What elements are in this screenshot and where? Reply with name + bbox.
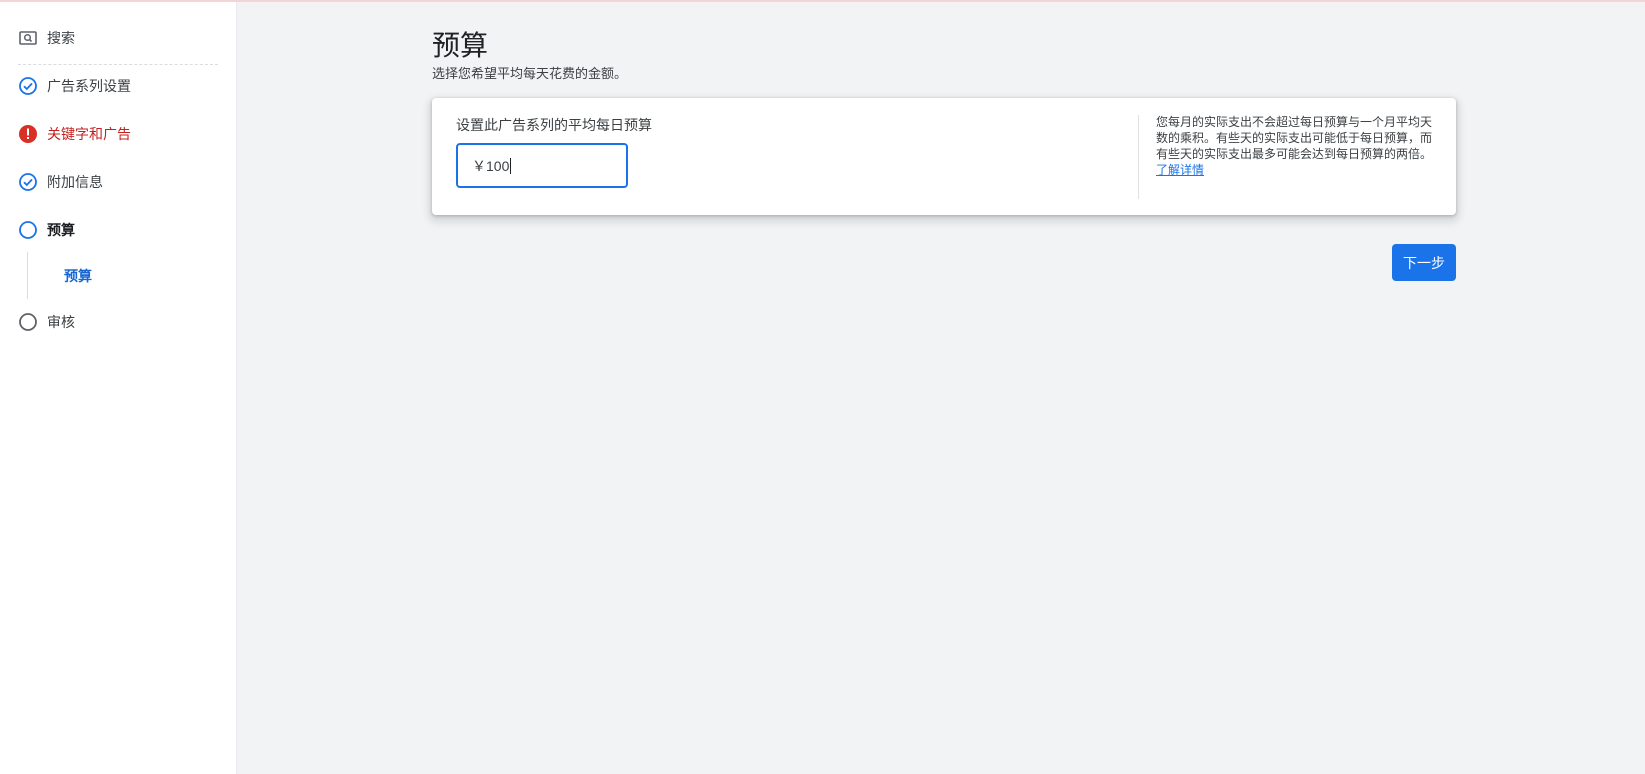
budget-help-text: 您每月的实际支出不会超过每日预算与一个月平均天数的乘积。有些天的实际支出可能低于…	[1156, 114, 1436, 178]
help-text-body: 您每月的实际支出不会超过每日预算与一个月平均天数的乘积。有些天的实际支出可能低于…	[1156, 115, 1433, 161]
sidebar-item-extensions[interactable]: 附加信息	[18, 170, 103, 194]
budget-card: 设置此广告系列的平均每日预算 ￥100 您每月的实际支出不会超过每日预算与一个月…	[432, 98, 1456, 215]
sidebar-item-label: 预算	[47, 222, 75, 238]
budget-field-label: 设置此广告系列的平均每日预算	[456, 117, 652, 133]
next-button[interactable]: 下一步	[1392, 244, 1456, 281]
sidebar-item-budget[interactable]: 预算	[18, 218, 75, 242]
text-caret	[510, 157, 512, 174]
sidebar-item-keywords-ads[interactable]: 关键字和广告	[18, 122, 131, 146]
sidebar-item-label: 附加信息	[47, 174, 103, 190]
page-title: 预算	[432, 30, 489, 61]
sidebar-item-label: 关键字和广告	[47, 126, 131, 142]
check-circle-icon	[18, 76, 38, 96]
daily-budget-input[interactable]: ￥100	[456, 143, 628, 188]
search-icon	[18, 28, 38, 48]
top-border	[0, 0, 1645, 2]
sidebar-item-search[interactable]: 搜索	[18, 26, 75, 50]
card-divider	[1138, 115, 1139, 199]
sidebar-divider	[18, 64, 218, 65]
error-circle-icon	[18, 124, 38, 144]
sidebar-subitem-budget[interactable]: 预算	[64, 266, 92, 286]
sub-step-line	[27, 252, 28, 299]
page-subtitle: 选择您希望平均每天花费的金额。	[432, 66, 628, 81]
empty-circle-icon	[18, 312, 38, 332]
sidebar-item-label: 审核	[47, 314, 75, 330]
sidebar-item-label: 搜索	[47, 30, 75, 46]
check-circle-icon	[18, 172, 38, 192]
sidebar-item-campaign-settings[interactable]: 广告系列设置	[18, 74, 131, 98]
sidebar: 搜索 广告系列设置 关键字和广告 附加信息 预算 预算 审核	[0, 2, 237, 774]
learn-more-link[interactable]: 了解详情	[1156, 163, 1204, 177]
empty-circle-icon	[18, 220, 38, 240]
sidebar-item-review[interactable]: 审核	[18, 310, 75, 334]
budget-input-value: ￥100	[472, 157, 510, 174]
sidebar-item-label: 广告系列设置	[47, 78, 131, 94]
